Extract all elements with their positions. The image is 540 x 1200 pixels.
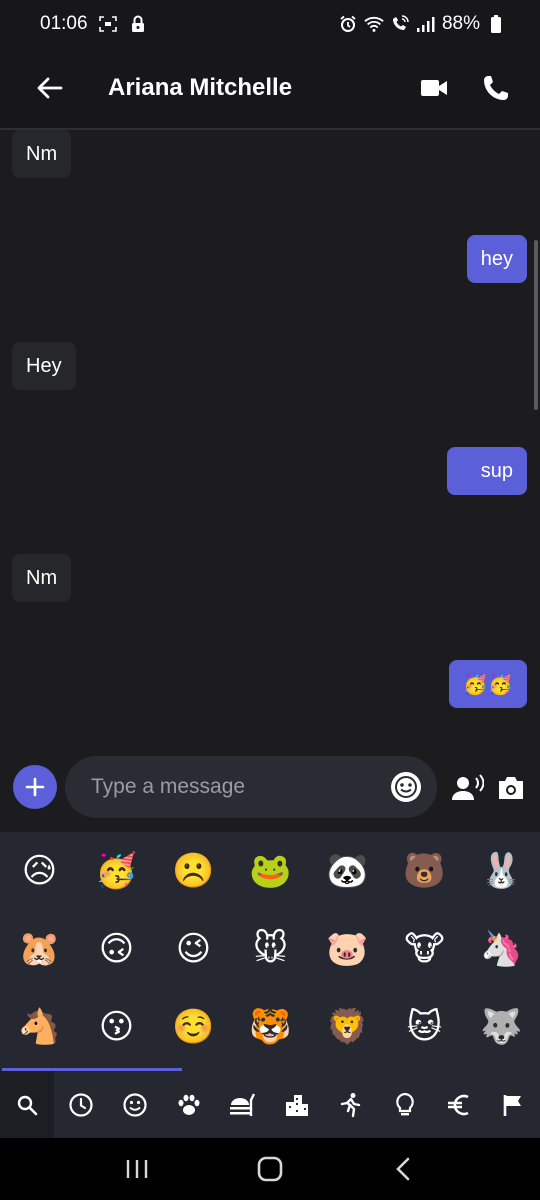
system-nav-bar — [0, 1138, 540, 1200]
status-bar: 01:06 88% — [0, 0, 540, 48]
voice-speak-icon — [452, 774, 484, 800]
emoji-cell[interactable]: 🐷 — [309, 910, 386, 988]
smiley-icon — [123, 1092, 147, 1117]
emoji-category-bar — [0, 1068, 540, 1138]
emoji-cell[interactable]: 🙃 — [78, 910, 155, 988]
emoji-cell[interactable]: 🐱 — [386, 988, 463, 1066]
home-button[interactable] — [240, 1144, 300, 1194]
running-icon — [340, 1092, 361, 1117]
search-icon — [17, 1095, 38, 1115]
chat-header: Ariana Mitchelle — [0, 48, 540, 130]
message-input-placeholder: Type a message — [91, 775, 246, 798]
emoji-cell[interactable]: 😥 — [1, 832, 78, 910]
emoji-cell[interactable]: 🐻 — [386, 832, 463, 910]
lightbulb-icon — [396, 1092, 414, 1115]
euro-icon — [448, 1094, 469, 1115]
category-travel[interactable] — [270, 1071, 324, 1138]
status-time: 01:06 — [40, 13, 88, 34]
home-icon — [257, 1156, 283, 1182]
emoji-cell[interactable]: 🐰 — [463, 832, 540, 910]
back-button[interactable] — [20, 58, 80, 118]
recents-icon — [126, 1160, 147, 1178]
message-incoming[interactable]: Nm — [12, 554, 72, 602]
message-list[interactable]: Nm hey Hey sup Nm 🥳🥳 — [0, 130, 540, 742]
camera-icon — [499, 777, 523, 799]
emoji-cell[interactable]: 🦄 — [463, 910, 540, 988]
alarm-icon — [338, 14, 358, 34]
wifi-call-icon — [390, 14, 410, 34]
emoji-cell[interactable]: 🐮 — [386, 910, 463, 988]
message-incoming[interactable]: Nm — [12, 130, 72, 178]
battery-icon — [486, 14, 506, 34]
emoji-cell[interactable]: 😗 — [78, 988, 155, 1066]
category-smileys[interactable] — [108, 1071, 162, 1138]
video-camera-icon — [421, 80, 447, 96]
emoji-cell[interactable]: 🐸 — [232, 832, 309, 910]
message-input[interactable]: Type a message — [65, 756, 437, 818]
emoji-cell[interactable]: 🐼 — [309, 832, 386, 910]
category-flags[interactable] — [486, 1071, 540, 1138]
emoji-cell[interactable]: ☹️ — [155, 832, 232, 910]
attach-button[interactable] — [13, 765, 57, 809]
system-back-button[interactable] — [373, 1144, 433, 1194]
category-objects[interactable] — [378, 1071, 432, 1138]
plus-icon — [25, 777, 45, 797]
flag-icon — [503, 1094, 521, 1116]
chevron-left-icon — [396, 1157, 410, 1181]
food-icon — [230, 1092, 256, 1116]
message-incoming[interactable]: Hey — [12, 342, 76, 390]
category-recent[interactable] — [54, 1071, 108, 1138]
message-outgoing[interactable]: sup — [446, 447, 527, 495]
wifi-icon — [364, 14, 384, 34]
emoji-cell[interactable]: 😉 — [155, 910, 232, 988]
lock-icon — [128, 14, 148, 34]
video-call-button[interactable] — [414, 68, 454, 108]
message-outgoing[interactable]: hey — [466, 235, 527, 283]
paw-icon — [178, 1094, 200, 1115]
category-symbols[interactable] — [432, 1071, 486, 1138]
message-outgoing[interactable]: 🥳🥳 — [449, 660, 527, 708]
emoji-cell[interactable]: 🐹 — [1, 910, 78, 988]
emoji-cell[interactable]: 🐺 — [463, 988, 540, 1066]
emoji-cell[interactable]: 🥳 — [78, 832, 155, 910]
clock-icon — [69, 1092, 93, 1117]
scrollbar[interactable] — [534, 240, 538, 410]
category-search[interactable] — [0, 1071, 54, 1138]
camera-button[interactable] — [494, 770, 528, 806]
emoji-cell[interactable]: 🐭 — [232, 910, 309, 988]
emoji-cell[interactable]: 🐴 — [1, 988, 78, 1066]
emoji-toggle-button[interactable] — [391, 772, 421, 802]
battery-percent: 88% — [441, 13, 480, 34]
emoji-keyboard: 😥 🥳 ☹️ 🐸 🐼 🐻 🐰 🐹 🙃 😉 🐭 🐷 🐮 🦄 🐴 😗 ☺️ 🐯 🦁 🐱 🐺 — [0, 832, 540, 1068]
recent-apps-button[interactable] — [107, 1144, 167, 1194]
emoji-cell[interactable]: ☺️ — [155, 988, 232, 1066]
arrow-left-icon — [37, 77, 63, 99]
voice-call-button[interactable] — [476, 68, 516, 108]
emoji-grid: 😥 🥳 ☹️ 🐸 🐼 🐻 🐰 🐹 🙃 😉 🐭 🐷 🐮 🦄 🐴 😗 ☺️ 🐯 🦁 🐱 🐺 — [0, 832, 540, 1066]
phone-icon — [484, 76, 508, 100]
emoji-cell[interactable]: 🦁 — [309, 988, 386, 1066]
buildings-icon — [286, 1094, 308, 1116]
category-food[interactable] — [216, 1071, 270, 1138]
contact-name[interactable]: Ariana Mitchelle — [108, 74, 292, 102]
screenshot-icon — [98, 14, 118, 34]
category-activities[interactable] — [324, 1071, 378, 1138]
emoji-cell[interactable]: 🐯 — [232, 988, 309, 1066]
signal-icon — [416, 14, 436, 34]
voice-message-button[interactable] — [448, 770, 488, 806]
category-animals[interactable] — [162, 1071, 216, 1138]
composer: Type a message — [0, 742, 540, 832]
emoji-face-icon — [393, 774, 419, 800]
